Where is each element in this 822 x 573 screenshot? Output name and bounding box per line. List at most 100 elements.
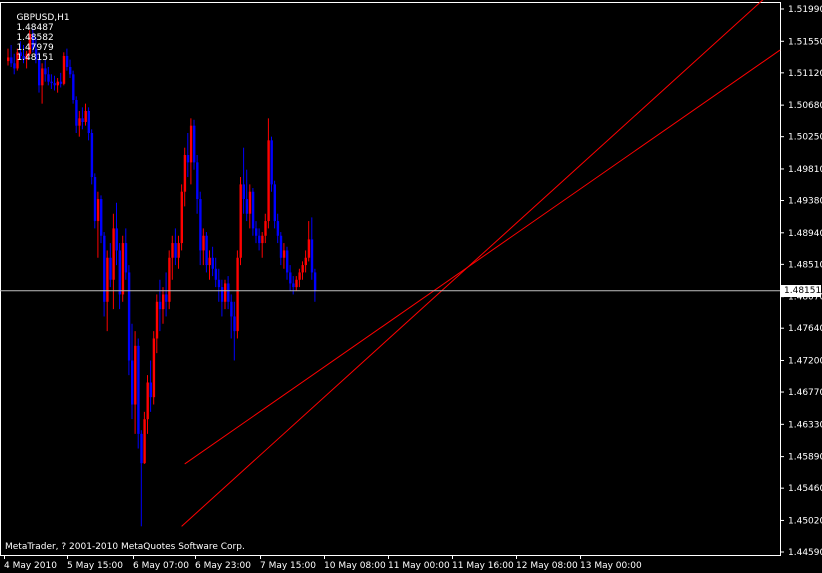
candle-body bbox=[289, 272, 292, 284]
candle-body bbox=[109, 257, 112, 280]
candle-body bbox=[214, 268, 218, 280]
candle-body bbox=[264, 221, 267, 236]
candle-body bbox=[211, 257, 214, 269]
candle-body bbox=[47, 74, 50, 82]
candle-body bbox=[177, 243, 180, 258]
y-tick-label: 1.51990 bbox=[788, 5, 822, 15]
candle-body bbox=[205, 235, 208, 266]
candle-body bbox=[50, 81, 53, 84]
candle-body bbox=[149, 382, 152, 398]
candle-body bbox=[78, 118, 81, 126]
candle-body bbox=[242, 184, 245, 200]
candle-body bbox=[224, 283, 227, 302]
candle-body bbox=[208, 257, 211, 266]
copyright-label: MetaTrader, ? 2001-2010 MetaQuotes Softw… bbox=[5, 542, 245, 552]
candle-body bbox=[171, 243, 174, 258]
candle-body bbox=[75, 99, 78, 126]
candle-body bbox=[186, 155, 190, 163]
candle-body bbox=[245, 199, 249, 214]
candle-body bbox=[93, 177, 97, 222]
candle-body bbox=[292, 283, 295, 288]
candle-body bbox=[96, 199, 100, 222]
candle-body bbox=[239, 184, 242, 258]
candle-body bbox=[258, 235, 261, 244]
chart-window[interactable]: 1.51990 1.51550 1.51120 1.50680 1.50250 1.498… bbox=[0, 0, 822, 573]
candle-body bbox=[127, 272, 131, 361]
high-value: 1.48582 bbox=[16, 33, 54, 43]
candle-body bbox=[202, 235, 205, 251]
candle-body bbox=[304, 257, 307, 266]
price-chart[interactable]: 1.51990 1.51550 1.51120 1.50680 1.50250 1.498… bbox=[0, 0, 822, 573]
candle-body bbox=[276, 221, 280, 236]
y-tick-label: 1.47200 bbox=[788, 356, 822, 366]
candle-body bbox=[193, 125, 196, 163]
candle-body bbox=[273, 184, 276, 222]
close-value: 1.48151 bbox=[16, 53, 54, 63]
trendline bbox=[184, 49, 781, 465]
candle-body bbox=[131, 360, 134, 405]
y-tick-label: 1.50680 bbox=[788, 101, 822, 111]
candle-body bbox=[115, 228, 118, 251]
candle-body bbox=[270, 140, 273, 185]
candle-body bbox=[118, 250, 121, 295]
candle-body bbox=[168, 257, 171, 302]
candle-body bbox=[180, 191, 183, 244]
candle-body bbox=[174, 243, 177, 258]
current-price-tag: 1.48151 bbox=[781, 285, 821, 297]
candle-body bbox=[261, 235, 264, 244]
y-tick-label: 1.44590 bbox=[788, 548, 822, 558]
candle-body bbox=[220, 287, 224, 302]
candle-body bbox=[298, 272, 301, 280]
symbol-label: GBPUSD,H1 bbox=[16, 13, 70, 23]
candle-body bbox=[121, 243, 125, 295]
y-tick-label: 1.49810 bbox=[788, 165, 822, 175]
candle-body bbox=[307, 239, 311, 258]
candle-body bbox=[286, 250, 289, 273]
chart-header: GBPUSD,H1 1.48487 1.48582 1.47979 1.4815… bbox=[5, 3, 70, 73]
y-tick-label: 1.47640 bbox=[788, 324, 822, 334]
y-tick-label: 1.45460 bbox=[788, 484, 822, 494]
candle-body bbox=[106, 257, 109, 302]
candle-body bbox=[295, 279, 298, 288]
x-tick-label: 6 May 23:00 bbox=[195, 561, 251, 571]
y-tick-label: 1.48510 bbox=[788, 260, 822, 270]
candle-body bbox=[152, 338, 156, 398]
candle-body bbox=[267, 140, 270, 222]
candle-body bbox=[251, 191, 255, 229]
candle-body bbox=[134, 345, 137, 405]
candle-body bbox=[72, 74, 75, 100]
trendline bbox=[181, 0, 764, 527]
candle-body bbox=[137, 345, 140, 434]
candle-body bbox=[255, 228, 258, 236]
candle-body bbox=[279, 235, 283, 258]
candle-body bbox=[90, 133, 94, 178]
x-tick-label: 5 May 15:00 bbox=[67, 561, 123, 571]
candle-body bbox=[84, 110, 87, 123]
y-tick-label: 1.49380 bbox=[788, 197, 822, 207]
candle-body bbox=[165, 294, 168, 302]
candle-body bbox=[103, 235, 106, 302]
candle-body bbox=[53, 83, 56, 86]
y-tick-label: 1.51120 bbox=[788, 69, 822, 79]
y-tick-label: 1.45890 bbox=[788, 453, 822, 463]
candle-body bbox=[155, 301, 159, 339]
candle-body bbox=[81, 118, 84, 123]
x-tick-label: 13 May 00:00 bbox=[580, 561, 642, 571]
candle-body bbox=[236, 257, 239, 332]
y-tick-label: 1.48940 bbox=[788, 229, 822, 239]
plot-frame bbox=[0, 2, 781, 556]
candle-body bbox=[282, 250, 286, 258]
candle-body bbox=[233, 316, 236, 332]
candle-body bbox=[189, 125, 193, 163]
candle-body bbox=[310, 239, 314, 273]
low-value: 1.47979 bbox=[16, 43, 54, 53]
y-tick-label: 1.51550 bbox=[788, 37, 822, 47]
candle-body bbox=[196, 162, 199, 200]
candle-body bbox=[124, 243, 128, 273]
candle-body bbox=[87, 110, 90, 134]
candle-body bbox=[100, 199, 103, 236]
candle-body bbox=[227, 283, 230, 302]
candle-body bbox=[140, 433, 143, 464]
candle-body bbox=[158, 301, 162, 310]
x-tick-label: 6 May 07:00 bbox=[133, 561, 189, 571]
